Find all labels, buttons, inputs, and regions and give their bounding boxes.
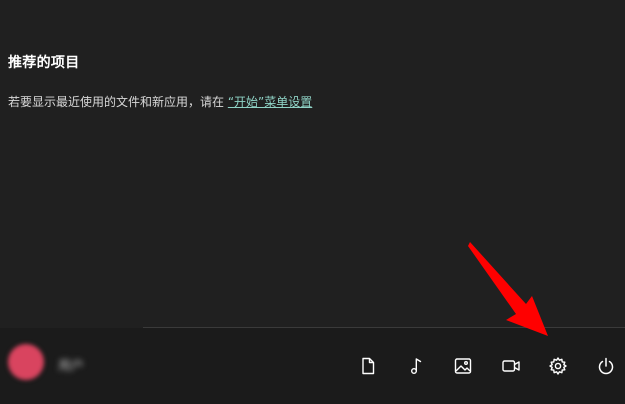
settings-button[interactable]: [545, 353, 571, 379]
settings-gear-icon: [549, 357, 567, 375]
music-button[interactable]: [403, 353, 429, 379]
recommended-description-text: 若要显示最近使用的文件和新应用，请在: [8, 95, 225, 109]
start-settings-link[interactable]: “开始”菜单设置: [228, 95, 312, 109]
start-menu-panel: 推荐的项目 若要显示最近使用的文件和新应用，请在 “开始”菜单设置 用户: [0, 0, 625, 404]
recommended-heading: 推荐的项目: [8, 55, 80, 71]
user-avatar[interactable]: [8, 344, 44, 380]
video-icon: [502, 360, 520, 372]
music-icon: [410, 358, 422, 374]
videos-button[interactable]: [498, 353, 524, 379]
user-name[interactable]: 用户: [58, 355, 84, 374]
document-icon: [362, 357, 375, 375]
pictures-button[interactable]: [450, 353, 476, 379]
documents-button[interactable]: [355, 353, 381, 379]
start-menu-footer: [0, 328, 625, 404]
recommended-description: 若要显示最近使用的文件和新应用，请在 “开始”菜单设置: [8, 93, 312, 110]
power-icon: [598, 357, 614, 375]
power-button[interactable]: [593, 353, 619, 379]
pictures-icon: [454, 358, 472, 374]
